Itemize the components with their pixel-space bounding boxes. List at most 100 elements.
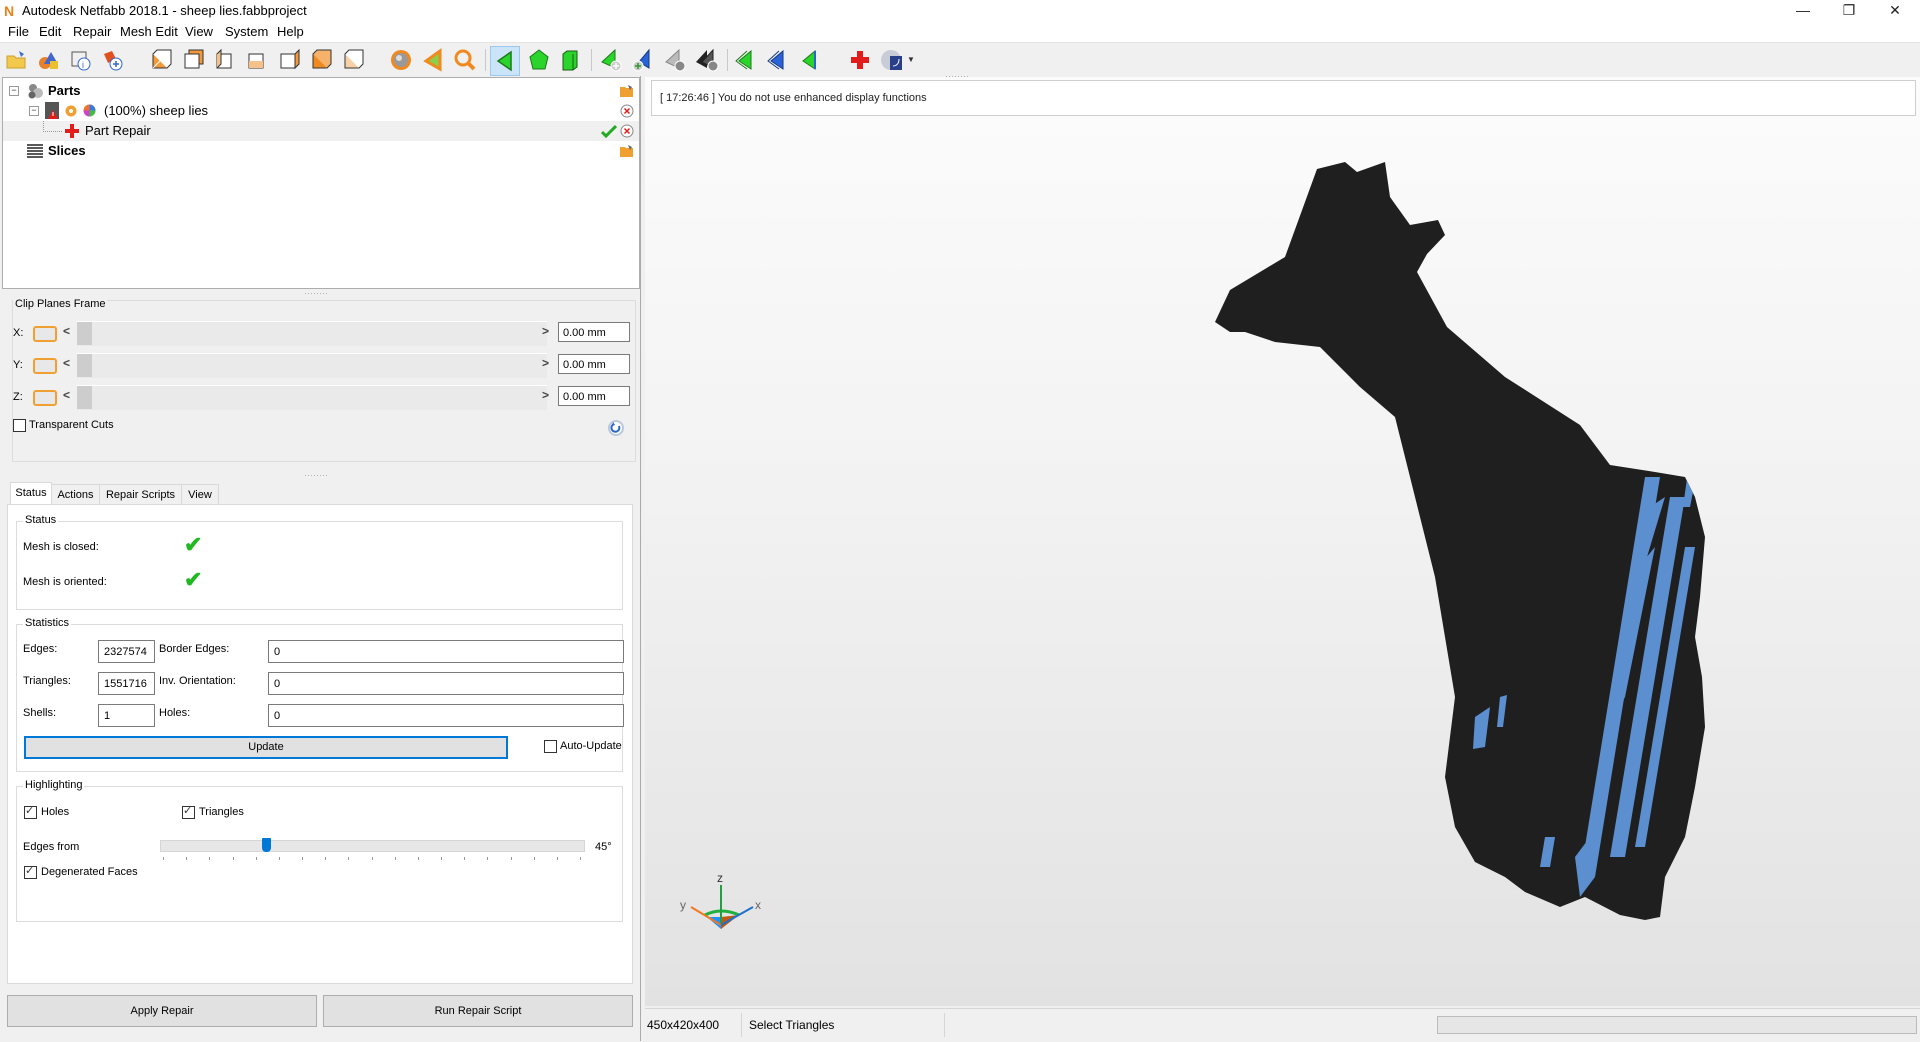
open-project-icon[interactable] xyxy=(5,48,29,72)
clip-x-thumb[interactable] xyxy=(77,322,92,345)
splitter-grip[interactable]: ········ xyxy=(304,288,328,298)
edges-from-slider[interactable] xyxy=(160,840,585,852)
part-info-icon[interactable]: i xyxy=(69,48,93,72)
transparent-cuts-checkbox[interactable] xyxy=(13,419,26,432)
inv-orientation-label: Inv. Orientation: xyxy=(159,675,236,687)
current-mode: Select Triangles xyxy=(749,1018,835,1032)
view-left-icon[interactable] xyxy=(213,48,237,72)
clip-x-decrease[interactable]: < xyxy=(63,324,70,338)
view-top-icon[interactable] xyxy=(277,48,301,72)
holes-checkbox[interactable] xyxy=(24,804,37,819)
menu-edit[interactable]: Edit xyxy=(39,24,61,40)
view-options-icon[interactable] xyxy=(880,48,904,72)
clip-z-thumb[interactable] xyxy=(77,386,92,409)
toolbar-separator xyxy=(727,49,728,71)
clip-z-value[interactable]: 0.00 mm xyxy=(558,386,630,406)
visibility-eye-icon[interactable] xyxy=(65,105,77,117)
view-options-dropdown-icon[interactable]: ▼ xyxy=(907,55,915,64)
view-back-icon[interactable] xyxy=(181,48,205,72)
x-axis-line xyxy=(720,906,754,926)
clip-z-increase[interactable]: > xyxy=(542,388,549,402)
menu-system[interactable]: System xyxy=(225,24,268,40)
clip-z-slider[interactable] xyxy=(77,385,547,410)
edges-from-thumb[interactable] xyxy=(261,838,271,852)
remove-all-icon[interactable] xyxy=(695,48,719,72)
tab-actions[interactable]: Actions xyxy=(51,484,100,505)
view-right-icon[interactable] xyxy=(245,48,269,72)
auto-update-checkbox[interactable] xyxy=(544,740,557,753)
clip-y-toggle[interactable] xyxy=(33,358,57,374)
clip-x-toggle[interactable] xyxy=(33,326,57,342)
repair-cross-icon[interactable] xyxy=(848,48,872,72)
clip-y-thumb[interactable] xyxy=(77,354,92,377)
clip-x-increase[interactable]: > xyxy=(542,324,549,338)
restore-button[interactable]: ❐ xyxy=(1826,0,1872,22)
clip-z-decrease[interactable]: < xyxy=(63,388,70,402)
menu-view[interactable]: View xyxy=(185,24,213,40)
triangles-field[interactable]: 1551716 xyxy=(98,672,155,695)
update-button[interactable]: Update xyxy=(24,736,508,759)
apply-check-icon[interactable] xyxy=(601,124,617,138)
close-repair-icon[interactable] xyxy=(620,124,634,138)
shading-sphere-icon[interactable] xyxy=(389,48,413,72)
triangles-checkbox[interactable] xyxy=(182,804,195,819)
edges-field[interactable]: 2327574 xyxy=(98,640,155,663)
remove-triangle-icon[interactable] xyxy=(663,48,687,72)
run-repair-script-button[interactable]: Run Repair Script xyxy=(323,995,633,1027)
collapse-icon[interactable]: − xyxy=(29,106,39,116)
sheep-model[interactable] xyxy=(645,77,1920,1006)
add-triangle-icon[interactable] xyxy=(599,48,623,72)
tree-item-slices[interactable]: Slices xyxy=(3,141,639,161)
clip-y-slider[interactable] xyxy=(77,353,547,378)
tab-status[interactable]: Status xyxy=(10,482,52,506)
new-part-icon[interactable] xyxy=(101,48,125,72)
apply-repair-button[interactable]: Apply Repair xyxy=(7,995,317,1027)
minimize-button[interactable]: — xyxy=(1780,0,1826,22)
color-wheel-icon[interactable] xyxy=(83,104,96,117)
tree-item-part-repair[interactable]: Part Repair xyxy=(3,121,639,141)
3d-viewport[interactable]: z y x xyxy=(645,77,1920,1006)
remove-part-icon[interactable] xyxy=(620,104,634,118)
folder-open-icon[interactable] xyxy=(619,144,635,158)
flip-triangle-blue-icon[interactable] xyxy=(765,48,789,72)
menu-file[interactable]: File xyxy=(8,24,29,40)
close-button[interactable]: ✕ xyxy=(1872,0,1918,22)
view-bottom-icon[interactable] xyxy=(309,48,333,72)
splitter-grip[interactable]: ········ xyxy=(304,470,328,480)
view-iso-icon[interactable] xyxy=(341,48,365,72)
folder-open-icon[interactable] xyxy=(619,84,635,98)
degenerated-faces-checkbox[interactable] xyxy=(24,864,37,879)
clip-z-toggle[interactable] xyxy=(33,390,57,406)
select-surface-icon[interactable] xyxy=(527,48,551,72)
select-triangle-orange-icon[interactable] xyxy=(421,48,445,72)
message-log: [ 17:26:46 ] You do not use enhanced dis… xyxy=(651,80,1916,116)
clip-x-slider[interactable] xyxy=(77,321,547,346)
menu-help[interactable]: Help xyxy=(277,24,304,40)
clip-y-value[interactable]: 0.00 mm xyxy=(558,354,630,374)
tab-view[interactable]: View xyxy=(181,484,219,505)
holes-field[interactable]: 0 xyxy=(268,704,624,727)
view-front-icon[interactable] xyxy=(149,48,173,72)
menu-mesh-edit[interactable]: Mesh Edit xyxy=(120,24,178,40)
inv-orientation-field[interactable]: 0 xyxy=(268,672,624,695)
clip-y-decrease[interactable]: < xyxy=(63,356,70,370)
z-axis-label: z xyxy=(717,871,723,885)
tree-item-part[interactable]: − (100%) sheep lies xyxy=(3,101,639,121)
clip-y-increase[interactable]: > xyxy=(542,356,549,370)
tree-item-parts[interactable]: − Parts xyxy=(3,81,639,101)
add-part-icon[interactable] xyxy=(37,48,61,72)
select-shell-icon[interactable] xyxy=(559,48,583,72)
select-triangle-button[interactable] xyxy=(490,46,520,76)
invert-selection-icon[interactable] xyxy=(797,48,821,72)
slider-tick xyxy=(394,857,396,860)
flip-triangle-green-icon[interactable] xyxy=(733,48,757,72)
clip-x-value[interactable]: 0.00 mm xyxy=(558,322,630,342)
border-edges-field[interactable]: 0 xyxy=(268,640,624,663)
collapse-icon[interactable]: − xyxy=(9,86,19,96)
tab-repair-scripts[interactable]: Repair Scripts xyxy=(99,484,182,505)
add-triangle-blue-icon[interactable] xyxy=(631,48,655,72)
shells-field[interactable]: 1 xyxy=(98,704,155,727)
zoom-icon[interactable] xyxy=(453,48,477,72)
reset-clip-icon[interactable] xyxy=(607,419,625,437)
menu-repair[interactable]: Repair xyxy=(73,24,111,40)
